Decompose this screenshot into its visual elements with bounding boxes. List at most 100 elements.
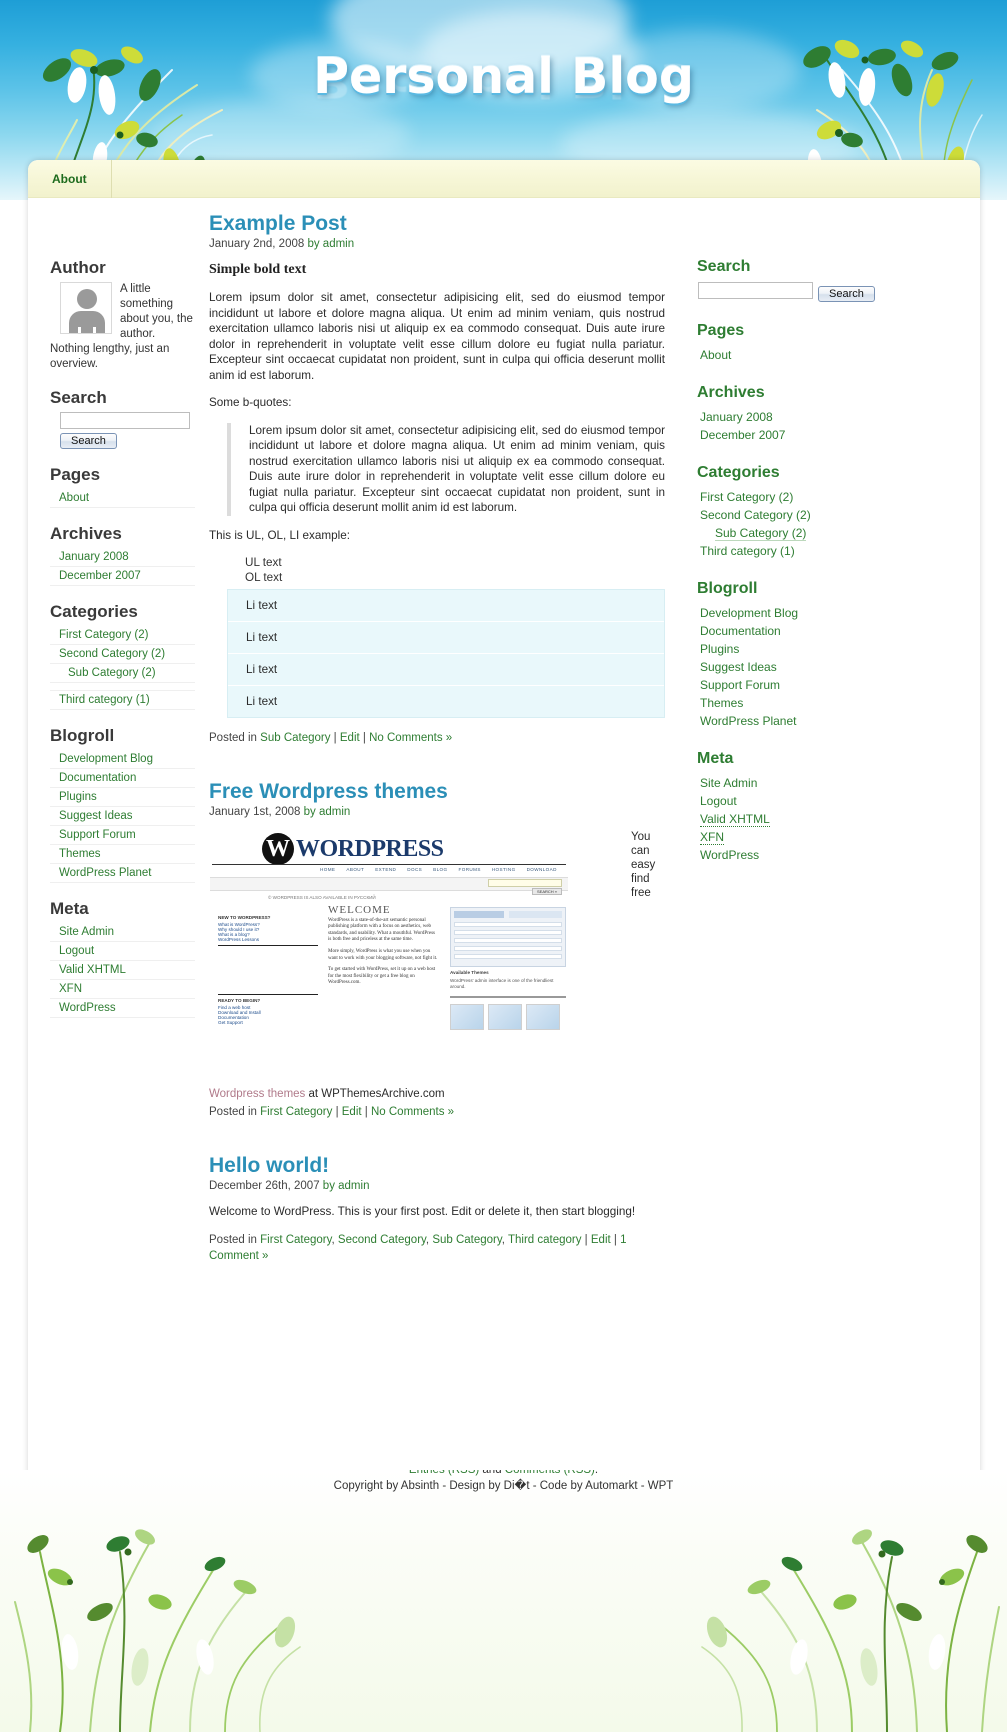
list-item[interactable]: December 2007 bbox=[697, 426, 909, 444]
list-item-sub[interactable]: Sub Category (2) bbox=[697, 524, 909, 542]
post-title[interactable]: Free Wordpress themes bbox=[209, 780, 665, 804]
list-item[interactable]: Development Blog bbox=[697, 604, 909, 622]
list-item[interactable]: Themes bbox=[50, 845, 195, 864]
list-item[interactable]: Third category (1) bbox=[697, 542, 909, 560]
post-category-link[interactable]: First Category bbox=[260, 1106, 332, 1118]
post-title[interactable]: Hello world! bbox=[209, 1154, 665, 1178]
blockquote: Lorem ipsum dolor sit amet, consectetur … bbox=[227, 422, 665, 516]
list-item[interactable]: Valid XHTML bbox=[697, 810, 909, 828]
list-item[interactable]: About bbox=[50, 489, 195, 508]
post-author[interactable]: by admin bbox=[307, 238, 354, 250]
wp-body-2: More simply, WordPress is what you use w… bbox=[328, 948, 438, 961]
list-item[interactable]: Second Category (2) bbox=[50, 645, 195, 664]
list-item-sub[interactable]: Sub Category (2) bbox=[50, 664, 195, 683]
post-category-link[interactable]: First Category bbox=[260, 1234, 331, 1246]
pages-heading: Pages bbox=[50, 465, 101, 484]
list-item[interactable]: Site Admin bbox=[697, 774, 909, 792]
post-meta: Posted in First Category, Second Categor… bbox=[209, 1233, 627, 1262]
meta-separator: | bbox=[361, 1106, 371, 1118]
post-edit-link[interactable]: Edit bbox=[342, 1106, 362, 1118]
list-item[interactable]: Support Forum bbox=[697, 676, 909, 694]
footer-plant-right bbox=[701, 1529, 1000, 1732]
wp-new-title: NEW TO WORDPRESS? bbox=[218, 915, 271, 920]
post-comments-link[interactable]: No Comments » bbox=[369, 732, 452, 744]
list-item[interactable]: Plugins bbox=[697, 640, 909, 658]
wordpress-logo-icon: W bbox=[262, 833, 294, 865]
list-item[interactable]: Documentation bbox=[697, 622, 909, 640]
list-item[interactable]: Suggest Ideas bbox=[50, 807, 195, 826]
post-category-link[interactable]: Sub Category bbox=[260, 732, 330, 744]
post-free-wordpress-themes: Free Wordpress themes January 1st, 2008 … bbox=[209, 780, 665, 1120]
author-block: A little something about you, the author… bbox=[50, 282, 195, 372]
list-item[interactable]: About bbox=[697, 346, 909, 364]
wordpress-screenshot-image[interactable]: W WORDPRESS HOME ABOUT EXTEND DOCS BLOG … bbox=[209, 830, 569, 1080]
entries-rss-link[interactable]: Entries (RSS) bbox=[409, 1470, 479, 1476]
archives-list: January 2008 December 2007 bbox=[697, 408, 909, 444]
list-item[interactable]: Support Forum bbox=[50, 826, 195, 845]
list-item[interactable]: Development Blog bbox=[50, 750, 195, 769]
list-item[interactable]: First Category (2) bbox=[50, 626, 195, 645]
comments-rss-link[interactable]: Comments (RSS) bbox=[505, 1470, 595, 1476]
list-item: Li text bbox=[228, 654, 664, 686]
search-button[interactable]: Search bbox=[60, 433, 117, 449]
wp-nav: HOME ABOUT EXTEND DOCS BLOG FORUMS HOSTI… bbox=[320, 867, 564, 872]
wp-right-column: Available Themes WordPress' admin interf… bbox=[450, 907, 566, 1030]
list-item[interactable]: Second Category (2) bbox=[697, 506, 909, 524]
search-input[interactable] bbox=[698, 282, 813, 299]
caption-rest: at WPThemesArchive.com bbox=[305, 1088, 445, 1100]
post-meta: Posted in First Category | Edit | No Com… bbox=[209, 1104, 665, 1120]
list-item[interactable]: January 2008 bbox=[697, 408, 909, 426]
search-button[interactable]: Search bbox=[818, 286, 875, 302]
list-item[interactable]: First Category (2) bbox=[697, 488, 909, 506]
post-example-post: Example Post January 2nd, 2008 by admin … bbox=[209, 212, 665, 746]
list-item[interactable]: December 2007 bbox=[50, 567, 195, 586]
post-comments-link[interactable]: No Comments » bbox=[371, 1106, 454, 1118]
wordpress-wordmark: WORDPRESS bbox=[296, 836, 444, 862]
post-category-link[interactable]: Third category bbox=[508, 1234, 582, 1246]
list-item[interactable]: XFN bbox=[697, 828, 909, 846]
list-item[interactable]: Logout bbox=[50, 942, 195, 961]
post-category-link[interactable]: Sub Category bbox=[432, 1234, 501, 1246]
list-item[interactable]: XFN bbox=[50, 980, 195, 999]
post-edit-link[interactable]: Edit bbox=[591, 1234, 611, 1246]
list-item[interactable]: Site Admin bbox=[50, 923, 195, 942]
list-item[interactable]: Logout bbox=[697, 792, 909, 810]
list-item[interactable]: WordPress bbox=[697, 846, 909, 864]
search-heading: Search bbox=[50, 388, 107, 407]
user-avatar-icon bbox=[60, 282, 112, 334]
wp-theme-thumb bbox=[526, 1004, 560, 1030]
post-body: Welcome to WordPress. This is your first… bbox=[209, 1205, 636, 1218]
list-item[interactable]: Third category (1) bbox=[50, 691, 195, 710]
search-input[interactable] bbox=[60, 412, 190, 429]
list-item[interactable]: Documentation bbox=[50, 769, 195, 788]
post-category-link[interactable]: Second Category bbox=[338, 1234, 426, 1246]
post-author[interactable]: by admin bbox=[323, 1180, 370, 1192]
wordpress-themes-link[interactable]: Wordpress themes bbox=[209, 1088, 305, 1100]
archives-list: January 2008 December 2007 bbox=[50, 548, 195, 586]
categories-list: First Category (2) Second Category (2) S… bbox=[697, 488, 909, 560]
wp-logo-row: W WORDPRESS bbox=[210, 831, 568, 869]
list-item[interactable]: WordPress bbox=[50, 999, 195, 1018]
list-item[interactable]: Valid XHTML bbox=[50, 961, 195, 980]
post-author[interactable]: by admin bbox=[304, 806, 351, 818]
list-item: Li text bbox=[228, 590, 664, 622]
main-navigation: About bbox=[28, 160, 980, 198]
list-item[interactable]: WordPress Planet bbox=[697, 712, 909, 730]
post-date: December 26th, 2007 by admin bbox=[209, 1180, 665, 1192]
list-item: Li text bbox=[228, 622, 664, 654]
wp-nav-item: DOWNLOAD bbox=[526, 867, 557, 872]
wp-search-button: SEARCH » bbox=[532, 888, 562, 895]
list-item[interactable]: WordPress Planet bbox=[50, 864, 195, 883]
wp-nav-item: DOCS bbox=[407, 867, 423, 872]
blog-title: Personal Blog bbox=[313, 48, 694, 105]
post-edit-link[interactable]: Edit bbox=[340, 732, 360, 744]
list-item[interactable]: Themes bbox=[697, 694, 909, 712]
pages-heading: Pages bbox=[697, 322, 745, 339]
list-item[interactable]: January 2008 bbox=[50, 548, 195, 567]
left-sidebar: Author A little something about you, the… bbox=[28, 212, 203, 1298]
post-title[interactable]: Example Post bbox=[209, 212, 665, 236]
list-item[interactable]: Suggest Ideas bbox=[697, 658, 909, 676]
list-item[interactable]: Plugins bbox=[50, 788, 195, 807]
nav-item-about[interactable]: About bbox=[28, 160, 112, 198]
wp-theme-thumbs bbox=[450, 1004, 566, 1030]
